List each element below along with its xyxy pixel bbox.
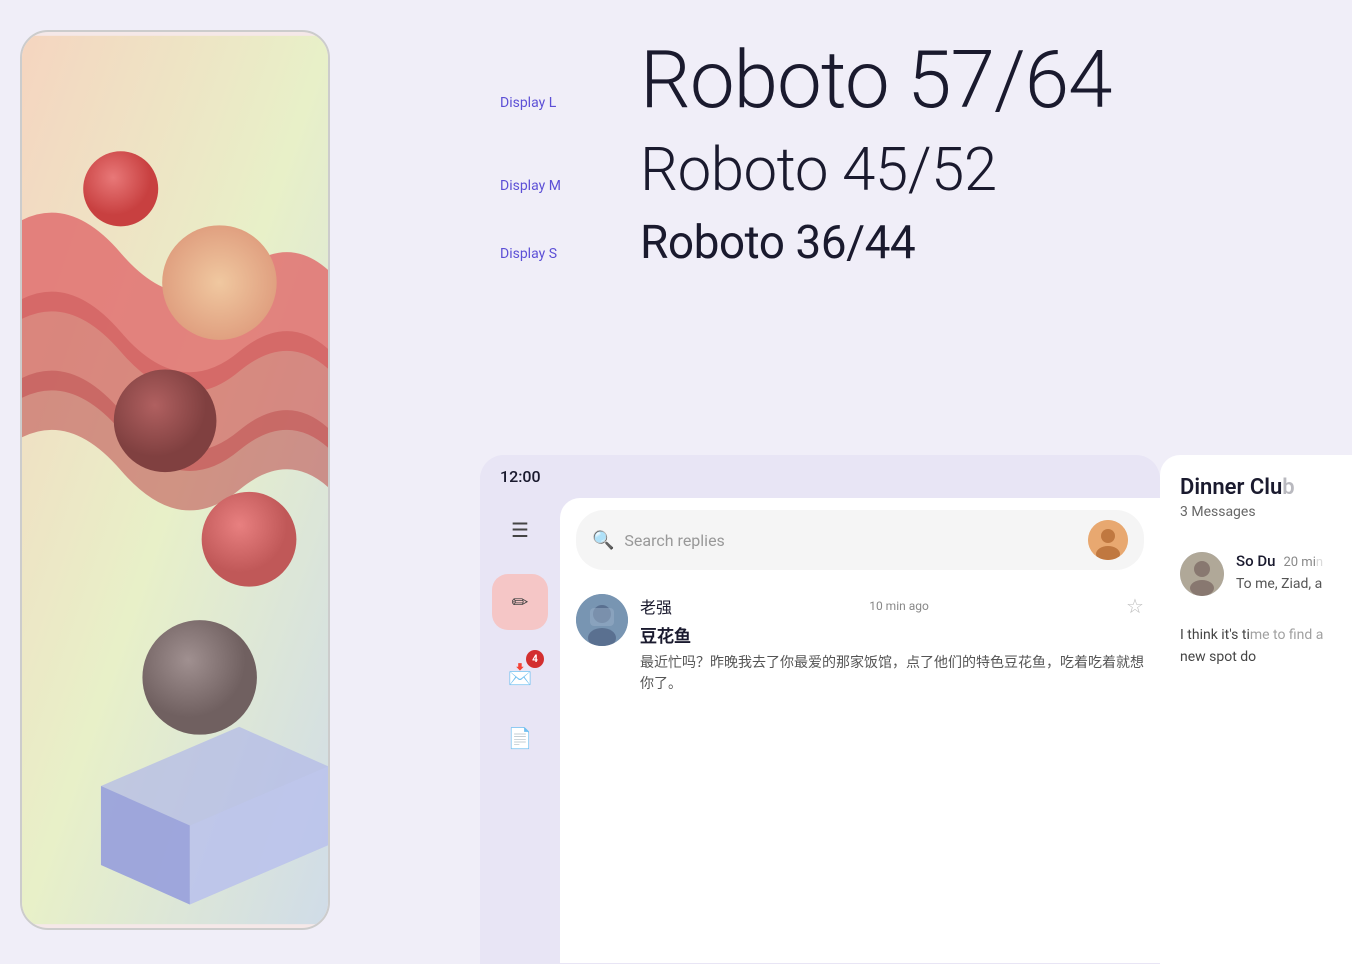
right-sender-name: So Du	[1236, 552, 1275, 570]
footer-preview-line2: new spot do	[1180, 649, 1256, 665]
message-sender: 老强	[640, 594, 672, 618]
app-sidebar: ☰ ✏ 📩 4 📄	[480, 498, 560, 963]
display-m-label: Display M	[500, 178, 640, 194]
ui-mockup-section: 12:00 ☰ ✏ 📩 4 📄	[380, 455, 1352, 964]
display-l-text: Roboto 57/64	[640, 40, 1111, 120]
inbox-badge: 4	[526, 650, 544, 668]
message-subject: 豆花鱼	[640, 622, 1144, 647]
type-row-display-l: Display L Roboto 57/64	[500, 40, 1312, 120]
message-item[interactable]: 老强 10 min ago ☆ 豆花鱼 最近忙吗？昨晚我去了你最爱的那家饭馆，点…	[560, 582, 1160, 707]
right-content: Display L Roboto 57/64 Display M Roboto …	[380, 0, 1352, 964]
display-m-text: Roboto 45/52	[640, 140, 997, 200]
search-bar[interactable]: 🔍 Search replies	[576, 510, 1144, 570]
display-s-text: Roboto 36/44	[640, 220, 915, 266]
status-bar: 12:00	[480, 455, 1160, 498]
right-message-content: So Du 20 min To me, Ziad, a	[1236, 552, 1352, 595]
message-header: 老强 10 min ago ☆	[640, 594, 1144, 618]
star-icon[interactable]: ☆	[1126, 594, 1144, 618]
inbox-icon[interactable]: 📩 4	[500, 654, 540, 694]
message-preview: 最近忙吗？昨晚我去了你最爱的那家饭馆，点了他们的特色豆花鱼，吃着吃着就想你了。	[640, 653, 1144, 695]
ui-card: 12:00 ☰ ✏ 📩 4 📄	[480, 455, 1160, 964]
user-avatar	[1088, 520, 1128, 560]
right-message-time: 20 min	[1283, 555, 1323, 570]
type-row-display-m: Display M Roboto 45/52	[500, 140, 1312, 200]
menu-icon[interactable]: ☰	[500, 510, 540, 550]
search-placeholder: Search replies	[624, 531, 1078, 550]
right-message-preview: To me, Ziad, a	[1236, 574, 1352, 595]
dinner-messages-count: 3 Messages	[1180, 504, 1352, 520]
app-main: 🔍 Search replies	[560, 498, 1160, 963]
display-l-label: Display L	[500, 95, 640, 111]
message-time: 10 min ago	[869, 599, 929, 613]
right-message-item[interactable]: So Du 20 min To me, Ziad, a	[1180, 540, 1352, 608]
type-scale-section: Display L Roboto 57/64 Display M Roboto …	[380, 0, 1352, 266]
phone-mockup	[20, 30, 330, 930]
status-time: 12:00	[500, 467, 541, 486]
right-footer-preview: I think it's time to find a new spot do	[1180, 624, 1352, 669]
document-icon[interactable]: 📄	[500, 718, 540, 758]
dinner-club-title: Dinner Club	[1180, 475, 1352, 500]
type-row-display-s: Display S Roboto 36/44	[500, 220, 1312, 266]
app-content: ☰ ✏ 📩 4 📄 �	[480, 498, 1160, 963]
display-s-label: Display S	[500, 246, 640, 262]
message-body: 老强 10 min ago ☆ 豆花鱼 最近忙吗？昨晚我去了你最爱的那家饭馆，点…	[640, 594, 1144, 695]
sender-avatar	[576, 594, 628, 646]
right-panel: Dinner Club 3 Messages So Du 20 min To m…	[1160, 455, 1352, 964]
right-sender-avatar	[1180, 552, 1224, 596]
search-icon: 🔍	[592, 530, 614, 551]
compose-button[interactable]: ✏	[492, 574, 548, 630]
